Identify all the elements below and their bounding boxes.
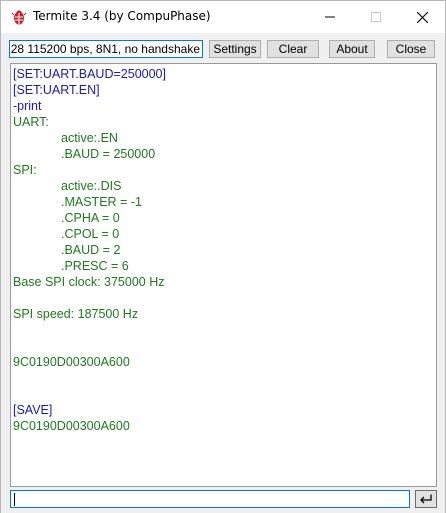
terminal-line: .PRESC = 6	[61, 259, 129, 273]
terminal-line: [SAVE]	[13, 403, 53, 417]
about-button[interactable]: About	[329, 40, 375, 58]
minimize-icon	[325, 16, 335, 18]
terminal-line: .CPHA = 0	[61, 211, 120, 225]
terminal-line: [SET:UART.EN]	[13, 83, 100, 97]
window-title: Termite 3.4 (by CompuPhase)	[33, 9, 211, 23]
maximize-button[interactable]	[353, 1, 399, 33]
termite-app-icon[interactable]	[11, 9, 27, 25]
terminal-line: 9C0190D00300A600	[13, 419, 130, 433]
command-input[interactable]	[10, 490, 410, 508]
terminal-line: -print	[13, 99, 42, 113]
terminal-line: .CPOL = 0	[61, 227, 120, 241]
minimize-button[interactable]	[307, 1, 353, 33]
text-caret	[14, 493, 15, 506]
termite-window: Termite 3.4 (by CompuPhase) COM28 115200…	[0, 0, 446, 513]
terminal-line: .BAUD = 2	[61, 243, 121, 257]
port-status-text: COM28 115200 bps, 8N1, no handshake	[10, 42, 200, 56]
terminal-line: active:.EN	[61, 131, 118, 145]
terminal-line: .BAUD = 250000	[61, 147, 156, 161]
terminal-line: UART:	[13, 115, 49, 129]
terminal-line: .MASTER = -1	[61, 195, 142, 209]
port-status-field[interactable]: COM28 115200 bps, 8N1, no handshake	[9, 40, 203, 58]
input-row	[1, 487, 445, 513]
close-window-button[interactable]	[399, 1, 445, 33]
maximize-icon	[371, 12, 381, 22]
title-bar[interactable]: Termite 3.4 (by CompuPhase)	[1, 1, 445, 33]
toolbar: COM28 115200 bps, 8N1, no handshake Sett…	[1, 33, 445, 63]
send-button[interactable]	[415, 490, 437, 508]
clear-button[interactable]: Clear	[267, 40, 319, 58]
terminal-line: Base SPI clock: 375000 Hz	[13, 275, 165, 289]
terminal-line: [SET:UART.BAUD=250000]	[13, 67, 166, 81]
close-button[interactable]: Close	[387, 40, 435, 58]
terminal-line: 9C0190D00300A600	[13, 355, 130, 369]
terminal-line: SPI speed: 187500 Hz	[13, 307, 139, 321]
terminal-line: active:.DIS	[61, 179, 122, 193]
settings-button[interactable]: Settings	[209, 40, 261, 58]
close-icon	[416, 11, 428, 23]
terminal-output[interactable]: [SET:UART.BAUD=250000] [SET:UART.EN] -pr…	[10, 63, 437, 487]
terminal-line: SPI:	[13, 163, 37, 177]
enter-icon	[420, 494, 432, 504]
